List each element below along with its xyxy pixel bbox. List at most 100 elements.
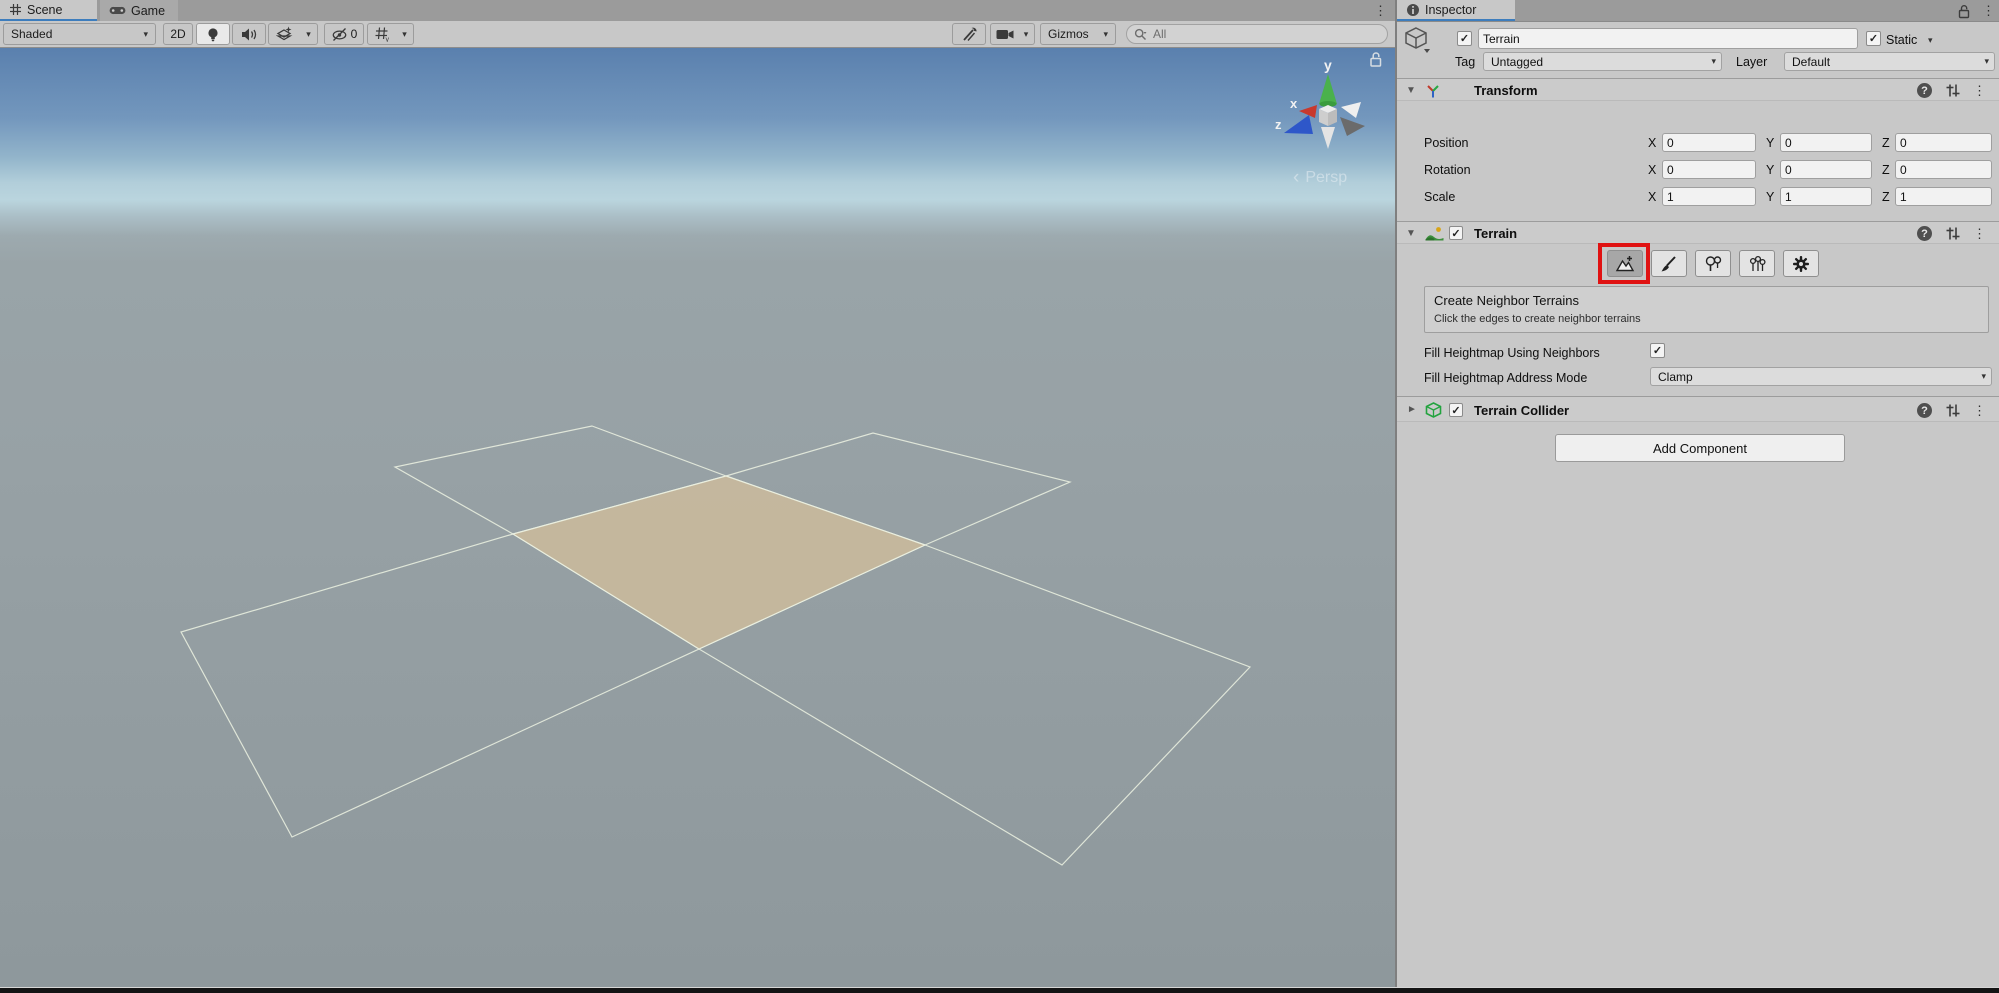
scene-panel-menu-icon[interactable]: ⋮ [1374, 4, 1387, 17]
selected-terrain-tile[interactable] [513, 476, 925, 649]
component-menu-icon[interactable]: ⋮ [1973, 84, 1986, 97]
static-label: Static [1886, 33, 1917, 47]
scene-camera-button[interactable] [990, 23, 1019, 45]
scene-lighting-button[interactable] [196, 23, 230, 45]
scene-effects-button[interactable] [268, 23, 301, 45]
add-component-button[interactable]: Add Component [1555, 434, 1845, 462]
static-dropdown-arrow[interactable]: ▾ [1928, 35, 1933, 46]
presets-icon[interactable] [1945, 83, 1960, 98]
static-checkbox[interactable]: ✓ [1866, 31, 1881, 46]
component-menu-icon[interactable]: ⋮ [1973, 404, 1986, 417]
foldout-closed-icon[interactable]: ► [1407, 404, 1417, 415]
perspective-toggle[interactable]: ‹ Persp [1293, 168, 1347, 187]
rotation-label: Rotation [1424, 163, 1471, 177]
paint-details-tool-button[interactable] [1739, 250, 1775, 277]
axis-cone-y[interactable] [1319, 74, 1337, 104]
scene-lock-icon[interactable] [1368, 51, 1383, 68]
collider-enabled-checkbox[interactable]: ✓ [1449, 403, 1463, 417]
details-grass-icon [1748, 255, 1767, 273]
terrain-icon [1425, 226, 1444, 241]
scale-x-field[interactable] [1662, 187, 1756, 206]
chevron-down-icon: ▾ [1024, 29, 1029, 40]
terrain-collider-icon [1425, 402, 1442, 418]
scene-visibility-button[interactable]: 0 [324, 23, 364, 45]
light-bulb-icon [205, 26, 221, 43]
effects-dropdown[interactable]: ▾ [300, 23, 318, 45]
paint-terrain-tool-button[interactable] [1651, 250, 1687, 277]
gameobject-name-field[interactable] [1478, 28, 1858, 49]
scene-audio-button[interactable] [232, 23, 266, 45]
terrain-settings-tool-button[interactable] [1783, 250, 1819, 277]
inspector-tab-bar: Inspector ⋮ [1397, 0, 1999, 22]
tab-game[interactable]: Game [100, 0, 178, 21]
axis-cone-neg[interactable] [1321, 127, 1335, 149]
axis-y-label: Y [1766, 163, 1774, 177]
annotation-highlight-box [1598, 243, 1650, 284]
inspector-lock-icon[interactable] [1957, 4, 1971, 19]
scene-tools-button[interactable] [952, 23, 986, 45]
axis-y-label: Y [1766, 136, 1774, 150]
tab-scene[interactable]: Scene [0, 0, 97, 21]
transform-title: Transform [1474, 83, 1538, 98]
position-z-field[interactable] [1895, 133, 1992, 152]
presets-icon[interactable] [1945, 226, 1960, 241]
grid-dropdown[interactable]: ▾ [396, 23, 414, 45]
chevron-down-icon: ▾ [1103, 29, 1108, 40]
layer-dropdown[interactable]: Default ▾ [1784, 52, 1995, 71]
effects-icon [276, 26, 293, 42]
paint-trees-tool-button[interactable] [1695, 250, 1731, 277]
scene-tab-bar: Scene Game ⋮ [0, 0, 1396, 22]
axis-cone-neg[interactable] [1341, 102, 1361, 118]
transform-header[interactable]: ▼ Transform ? ⋮ [1397, 78, 1999, 101]
help-icon[interactable]: ? [1917, 226, 1932, 241]
transform-icon [1425, 83, 1441, 99]
gameobject-active-checkbox[interactable]: ✓ [1457, 31, 1472, 46]
scale-z-field[interactable] [1895, 187, 1992, 206]
fill-heightmap-neighbors-checkbox[interactable]: ✓ [1650, 343, 1665, 358]
terrain-component-header[interactable]: ▼ ✓ Terrain ? ⋮ [1397, 221, 1999, 244]
layer-label: Layer [1736, 55, 1767, 69]
presets-icon[interactable] [1945, 403, 1960, 418]
eye-hidden-icon [331, 27, 348, 42]
tag-dropdown[interactable]: Untagged ▾ [1483, 52, 1722, 71]
axis-cone-neg[interactable] [1340, 117, 1365, 136]
terrain-tiles-overlay [0, 48, 1396, 987]
fill-heightmap-neighbors-label: Fill Heightmap Using Neighbors [1424, 346, 1600, 360]
tool-description: Click the edges to create neighbor terra… [1434, 313, 1979, 325]
component-menu-icon[interactable]: ⋮ [1973, 227, 1986, 240]
help-icon[interactable]: ? [1917, 83, 1932, 98]
gizmos-dropdown[interactable]: Gizmos ▾ [1040, 23, 1116, 45]
terrain-enabled-checkbox[interactable]: ✓ [1449, 226, 1463, 240]
shading-mode-dropdown[interactable]: Shaded ▾ [3, 23, 156, 45]
audio-speaker-icon [241, 27, 258, 42]
inspector-menu-icon[interactable]: ⋮ [1982, 4, 1995, 17]
window-bottom-edge [0, 987, 1999, 993]
chevron-down-icon: ▾ [306, 29, 311, 40]
search-input[interactable] [1151, 26, 1355, 42]
tab-inspector[interactable]: Inspector [1397, 0, 1515, 21]
position-x-field[interactable] [1662, 133, 1756, 152]
camera-dropdown[interactable]: ▾ [1018, 23, 1035, 45]
foldout-open-icon[interactable]: ▼ [1406, 85, 1416, 96]
position-y-field[interactable] [1780, 133, 1872, 152]
address-mode-dropdown[interactable]: Clamp ▾ [1650, 367, 1992, 386]
chevron-down-icon: ▾ [1711, 56, 1716, 67]
gameobject-cube-icon[interactable] [1404, 26, 1430, 54]
tab-game-label: Game [131, 4, 165, 18]
2d-toggle-button[interactable]: 2D [163, 23, 193, 45]
rotation-y-field[interactable] [1780, 160, 1872, 179]
scene-viewport[interactable]: y x z ‹ Persp [0, 48, 1396, 987]
tools-icon [961, 26, 978, 42]
foldout-open-icon[interactable]: ▼ [1406, 228, 1416, 239]
rotation-z-field[interactable] [1895, 160, 1992, 179]
help-icon[interactable]: ? [1917, 403, 1932, 418]
chevron-down-icon: ▾ [143, 29, 148, 40]
scene-search-field[interactable] [1126, 24, 1388, 44]
grid-visibility-button[interactable]: y [367, 23, 397, 45]
scene-grid-icon [9, 3, 22, 16]
scale-y-field[interactable] [1780, 187, 1872, 206]
terrain-title: Terrain [1474, 226, 1517, 241]
axis-cone-z[interactable] [1284, 115, 1313, 134]
terrain-collider-header[interactable]: ► ✓ Terrain Collider ? ⋮ [1397, 396, 1999, 422]
rotation-x-field[interactable] [1662, 160, 1756, 179]
